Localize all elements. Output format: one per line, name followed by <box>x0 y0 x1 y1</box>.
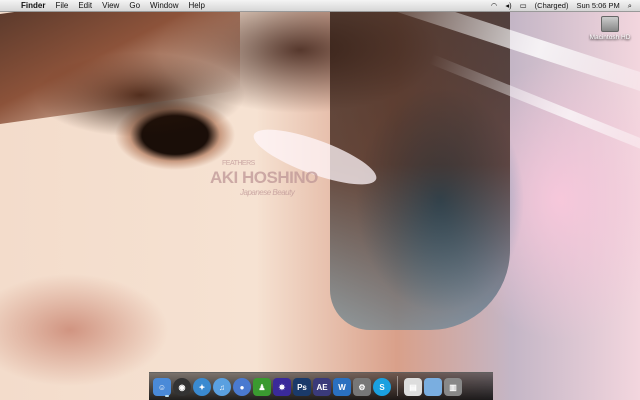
wifi-icon[interactable]: ◠ <box>487 1 502 10</box>
volume-icon[interactable]: ◂) <box>501 1 515 10</box>
dock-after-effects-icon[interactable]: AE <box>313 378 331 396</box>
wallpaper-hair <box>0 0 240 130</box>
dock-system-preferences-icon[interactable]: ⚙ <box>353 378 371 396</box>
dock-finder-icon[interactable]: ☺ <box>153 378 171 396</box>
desktop-icon-macintosh-hd[interactable]: Macintosh HD <box>588 16 632 41</box>
dock-safari-icon[interactable]: ✦ <box>193 378 211 396</box>
battery-icon[interactable]: ▭ <box>516 1 531 10</box>
menu-file[interactable]: File <box>50 0 73 12</box>
menu-view[interactable]: View <box>97 0 124 12</box>
hard-drive-icon <box>601 16 619 32</box>
dock-adium-icon[interactable]: ♟ <box>253 378 271 396</box>
desktop-wallpaper: FEATHERS AKI HOSHINO Japanese Beauty <box>0 0 640 400</box>
drive-label: Macintosh HD <box>589 34 631 41</box>
menu-finder[interactable]: Finder <box>16 0 50 12</box>
wallpaper-watermark-logo: FEATHERS AKI HOSHINO Japanese Beauty <box>210 160 318 197</box>
menu-window[interactable]: Window <box>145 0 183 12</box>
dock: ☺ ◉ ✦ ♫ ● ♟ ✸ Ps AE W ⚙ S ▤ ▥ <box>149 372 493 400</box>
dock-motion-icon[interactable]: ✸ <box>273 378 291 396</box>
dock-skype-icon[interactable]: S <box>373 378 391 396</box>
menu-bar: Finder File Edit View Go Window Help ◠ ◂… <box>0 0 640 12</box>
menu-help[interactable]: Help <box>183 0 209 12</box>
battery-status[interactable]: (Charged) <box>531 1 573 10</box>
dock-trash-icon[interactable]: ▥ <box>444 378 462 396</box>
clock[interactable]: Sun 5:06 PM <box>572 1 623 10</box>
dock-itunes-icon[interactable]: ♫ <box>213 378 231 396</box>
menu-edit[interactable]: Edit <box>73 0 97 12</box>
dock-w-app-icon[interactable]: W <box>333 378 351 396</box>
running-indicator <box>165 395 169 397</box>
menu-go[interactable]: Go <box>124 0 145 12</box>
dock-downloads-icon[interactable] <box>424 378 442 396</box>
spotlight-search-icon[interactable]: ⌕ <box>624 1 640 11</box>
dock-separator <box>397 376 398 396</box>
dock-dashboard-icon[interactable]: ◉ <box>173 378 191 396</box>
dock-photoshop-icon[interactable]: Ps <box>293 378 311 396</box>
dock-preview-icon[interactable]: ▤ <box>404 378 422 396</box>
dock-ichat-icon[interactable]: ● <box>233 378 251 396</box>
